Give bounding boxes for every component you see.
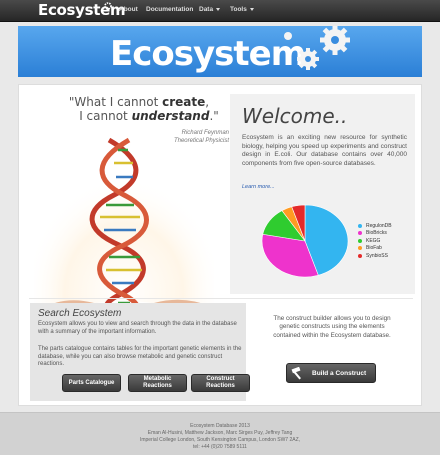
- footer-line: Imperial College London, South Kensingto…: [139, 437, 301, 443]
- quote-emphasis: create: [162, 95, 206, 109]
- legend-item: BioBricks: [358, 230, 392, 238]
- feynman-quote: "What I cannot create, I cannot understa…: [59, 95, 219, 123]
- search-ecosystem-panel: Search Ecosystem Ecosystem allows you to…: [30, 303, 250, 401]
- search-description: Ecosystem allows you to view and search …: [38, 321, 237, 335]
- main-panel: "What I cannot create, I cannot understa…: [18, 84, 422, 406]
- parts-catalogue-button[interactable]: Parts Catalogue: [62, 374, 121, 392]
- construct-reactions-button[interactable]: Construct Reactions: [191, 374, 250, 392]
- footer-line: tel: +44 (0)20 7589 5111: [193, 444, 247, 450]
- nav-tools-dropdown[interactable]: Tools: [230, 6, 254, 13]
- legend-item: KEGG: [358, 237, 392, 245]
- quote-text: ,: [205, 95, 210, 109]
- legend-label: RegulonDB: [366, 222, 392, 229]
- metabolic-reactions-button[interactable]: Metabolic Reactions: [128, 374, 187, 392]
- quote-text: .": [209, 109, 219, 123]
- nav-about[interactable]: About: [119, 6, 138, 13]
- top-navbar: Ecosystem About Documentation Data Tools: [0, 0, 440, 22]
- legend-swatch: [358, 253, 362, 258]
- legend-label: SynbioSS: [366, 252, 388, 259]
- legend-label: KEGG: [366, 237, 381, 244]
- nav-data-label: Data: [199, 6, 214, 13]
- nav-data-dropdown[interactable]: Data: [199, 6, 221, 13]
- divider: [29, 298, 413, 299]
- gear-icon: [104, 2, 112, 10]
- legend-item: RegulonDB: [358, 222, 392, 230]
- welcome-panel: Welcome.. Ecosystem is an exciting new r…: [230, 94, 415, 294]
- footer: Ecosystem Database 2013 Eman Al-Husini, …: [0, 412, 440, 455]
- database-pie-chart: [261, 204, 349, 278]
- legend-label: BioBricks: [366, 230, 387, 237]
- nav-documentation[interactable]: Documentation: [146, 6, 193, 13]
- chevron-down-icon: [249, 7, 254, 11]
- hammer-icon: [291, 367, 301, 380]
- legend-item: BioFab: [358, 245, 392, 253]
- construct-description: The construct builder allows you to desi…: [273, 315, 391, 339]
- footer-line: Eman Al-Husini, Matthew Jackson, Marc Si…: [147, 430, 293, 436]
- legend-swatch: [358, 246, 362, 251]
- quote-text: "What I cannot: [68, 95, 163, 109]
- legend-swatch: [358, 238, 362, 243]
- quote-text: I cannot: [79, 109, 132, 123]
- welcome-description: Ecosystem is an exciting new resource fo…: [242, 134, 407, 167]
- header-banner: Ecosystem: [18, 26, 422, 77]
- search-title: Search Ecosystem: [38, 308, 122, 319]
- footer-line: Ecosystem Database 2013: [190, 423, 250, 429]
- legend-item: SynbioSS: [358, 252, 392, 260]
- build-construct-button[interactable]: Build a Construct: [286, 363, 376, 383]
- welcome-title: Welcome..: [242, 104, 348, 128]
- chevron-down-icon: [216, 7, 221, 11]
- quote-emphasis: understand: [131, 109, 210, 123]
- legend-swatch: [358, 223, 362, 228]
- gears-icon: [284, 26, 350, 70]
- pie-legend: RegulonDB BioBricks KEGG BioFab SynbioSS: [358, 222, 392, 260]
- build-construct-label: Build a Construct: [312, 370, 367, 377]
- legend-swatch: [358, 231, 362, 236]
- learn-more-link[interactable]: Learn more...: [242, 184, 275, 190]
- search-description-2: The parts catalogue contains tables for …: [38, 346, 242, 367]
- nav-tools-label: Tools: [230, 6, 247, 13]
- legend-label: BioFab: [366, 245, 382, 252]
